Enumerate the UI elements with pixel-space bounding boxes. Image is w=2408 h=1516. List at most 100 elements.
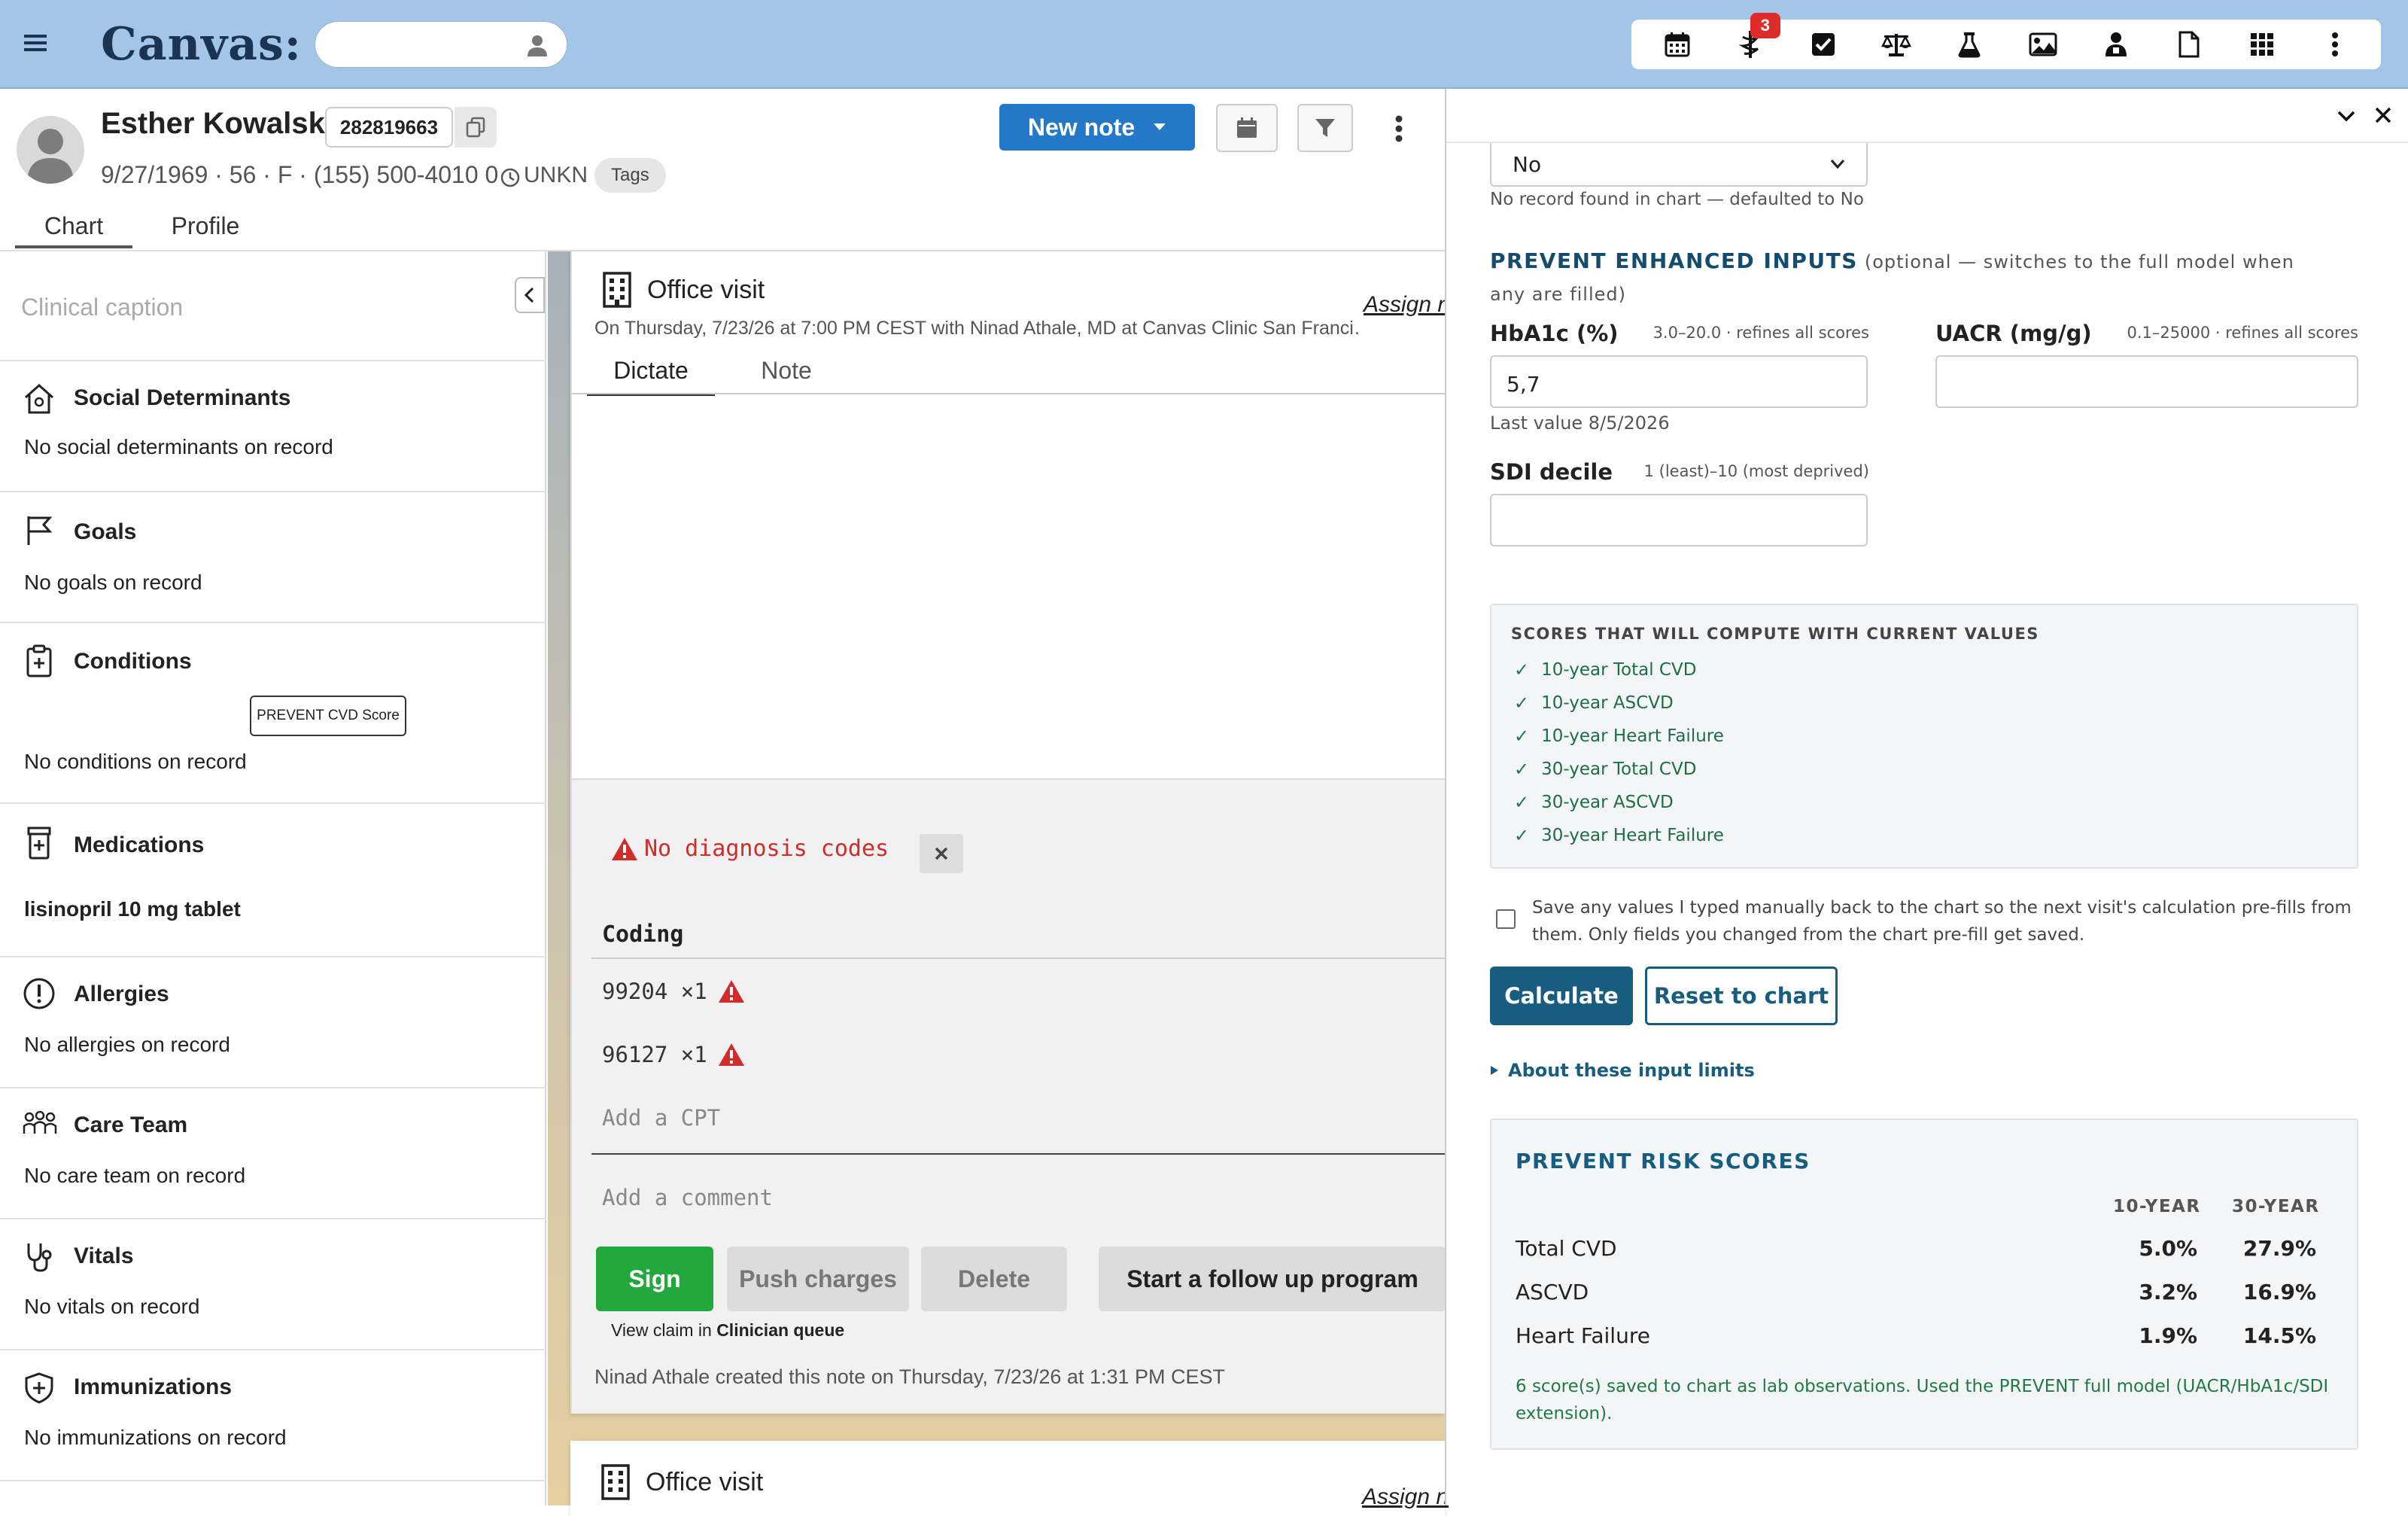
risk-10-year-value: 5.0% — [2139, 1236, 2197, 1261]
no-diagnosis-text: No diagnosis codes — [644, 836, 889, 862]
coding-divider — [591, 957, 1446, 959]
assign-link[interactable]: Assign n — [1362, 1484, 1449, 1510]
billing-footer — [572, 778, 1446, 1414]
prevent-cvd-score-button[interactable]: PREVENT CVD Score — [250, 696, 406, 736]
select-value: No — [1513, 151, 1542, 177]
section-goals[interactable]: Goals No goals on record — [0, 491, 546, 623]
tab-chart[interactable]: Chart — [15, 212, 132, 248]
person-icon — [524, 32, 550, 58]
add-cpt-input[interactable]: Add a CPT — [602, 1105, 720, 1131]
calculate-button[interactable]: Calculate — [1490, 967, 1633, 1025]
filter-icon — [1314, 117, 1336, 139]
tab-profile[interactable]: Profile — [157, 212, 254, 248]
canvas-logo[interactable]: Canvas: — [101, 18, 302, 71]
document-icon[interactable] — [2166, 22, 2212, 67]
reset-to-chart-button[interactable]: Reset to chart — [1645, 967, 1838, 1025]
patient-timezone: UNKN — [524, 163, 588, 187]
section-medications[interactable]: Medications lisinopril 10 mg tablet — [0, 802, 546, 957]
tab-dictate[interactable]: Dictate — [587, 357, 715, 396]
save-to-chart-checkbox[interactable] — [1496, 909, 1516, 929]
section-body: No immunizations on record — [24, 1426, 287, 1449]
delete-button[interactable]: Delete — [921, 1247, 1067, 1311]
add-comment-input[interactable]: Add a comment — [602, 1185, 773, 1210]
provider-icon[interactable] — [2093, 22, 2139, 67]
warning-icon — [611, 837, 638, 861]
coding-heading: Coding — [602, 921, 684, 948]
section-body: No vitals on record — [24, 1295, 200, 1318]
section-immunizations[interactable]: Immunizations No immunizations on record — [0, 1349, 546, 1481]
check-icon: ✓ — [1514, 659, 1530, 680]
chevron-down-icon[interactable] — [2336, 105, 2357, 126]
cpt-code: 96127 ×1 — [602, 1042, 707, 1067]
clinical-caption-input[interactable]: Clinical caption — [21, 294, 183, 321]
section-body: No allergies on record — [24, 1033, 230, 1056]
collapse-sidebar-button[interactable] — [515, 277, 545, 313]
no-diagnosis-warning: No diagnosis codes — [611, 836, 889, 862]
hba1c-hint: 3.0–20.0 · refines all scores — [1652, 324, 1869, 342]
cpt-row[interactable]: 96127 ×1 — [602, 1042, 745, 1067]
assign-link[interactable]: Assign n — [1364, 292, 1450, 318]
section-care-team[interactable]: Care Team No care team on record — [0, 1087, 546, 1219]
calendar-icon[interactable] — [1655, 22, 1700, 67]
section-social-determinants[interactable]: Social Determinants No social determinan… — [0, 360, 546, 492]
tags-button[interactable]: Tags — [594, 158, 666, 193]
follow-up-program-button[interactable]: Start a follow up program — [1099, 1247, 1446, 1311]
medication-item[interactable]: lisinopril 10 mg tablet — [24, 897, 241, 921]
checkbox-icon[interactable] — [1801, 22, 1846, 67]
sdi-hint: 1 (least)–10 (most deprived) — [1643, 462, 1869, 480]
history-select[interactable]: No — [1490, 143, 1868, 187]
patient-search-input[interactable] — [315, 21, 567, 68]
hamburger-menu-icon[interactable] — [23, 30, 53, 60]
notification-badge: 3 — [1750, 13, 1780, 38]
uacr-input[interactable] — [1935, 355, 2358, 408]
dictation-area[interactable] — [572, 394, 1446, 778]
pill-bottle-icon — [23, 826, 56, 860]
apps-grid-icon[interactable] — [2239, 22, 2285, 67]
more-options-icon[interactable] — [1382, 110, 1416, 148]
calendar-button[interactable] — [1216, 104, 1278, 152]
enhanced-inputs-heading: PREVENT ENHANCED INPUTS (optional — swit… — [1490, 245, 2318, 310]
section-allergies[interactable]: Allergies No allergies on record — [0, 956, 546, 1088]
caduceus-icon[interactable]: 3 — [1728, 13, 1780, 67]
prevent-calculator-panel: No No record found in chart — defaulted … — [1445, 89, 2408, 1505]
clinician-queue-link[interactable]: Clinician queue — [716, 1320, 844, 1340]
clock-icon — [500, 167, 521, 188]
tab-note[interactable]: Note — [737, 357, 835, 396]
note-created-by: Ninad Athale created this note on Thursd… — [594, 1365, 1226, 1388]
new-note-label: New note — [1027, 113, 1136, 141]
section-title: Conditions — [74, 649, 192, 674]
more-vertical-icon[interactable] — [2312, 22, 2358, 67]
patient-avatar[interactable] — [17, 116, 84, 184]
warning-icon — [718, 979, 745, 1003]
note-card: Office visit Assign n — [570, 1441, 1449, 1516]
about-input-limits-toggle[interactable]: About these input limits — [1490, 1060, 1755, 1081]
risk-30-year-value: 16.9% — [2242, 1280, 2316, 1304]
section-title: Medications — [74, 833, 205, 857]
cpt-row[interactable]: 99204 ×1 — [602, 979, 745, 1004]
scales-icon[interactable] — [1874, 22, 1919, 67]
stethoscope-icon — [23, 1241, 56, 1274]
close-icon[interactable] — [2373, 105, 2393, 125]
sdi-input[interactable] — [1490, 494, 1868, 546]
push-charges-button[interactable]: Push charges — [727, 1247, 909, 1311]
image-icon[interactable] — [2020, 22, 2066, 67]
copy-icon[interactable] — [455, 107, 497, 148]
filter-button[interactable] — [1297, 104, 1353, 152]
risk-row-label: Total CVD — [1516, 1236, 1617, 1261]
sign-button[interactable]: Sign — [596, 1247, 713, 1311]
flask-icon[interactable] — [1947, 22, 1992, 67]
new-note-button[interactable]: New note — [999, 104, 1195, 151]
score-item: ✓ 30-year Total CVD — [1514, 759, 1697, 780]
hba1c-input[interactable]: 5,7 — [1490, 355, 1868, 408]
chart-sidebar: Clinical caption Social Determinants No … — [0, 251, 546, 1505]
visit-meta: On Thursday, 7/23/26 at 7:00 PM CEST wit… — [594, 318, 1362, 339]
risk-row-label: Heart Failure — [1516, 1323, 1650, 1348]
view-claim-text: View claim in Clinician queue — [611, 1320, 844, 1341]
section-body: No social determinants on record — [24, 435, 333, 458]
check-icon: ✓ — [1514, 759, 1530, 780]
section-vitals[interactable]: Vitals No vitals on record — [0, 1218, 546, 1350]
risk-30-year-value: 14.5% — [2242, 1323, 2316, 1348]
caret-right-icon — [1490, 1065, 1499, 1076]
dismiss-warning-button[interactable] — [920, 834, 963, 873]
clipboard-plus-icon — [23, 644, 56, 677]
